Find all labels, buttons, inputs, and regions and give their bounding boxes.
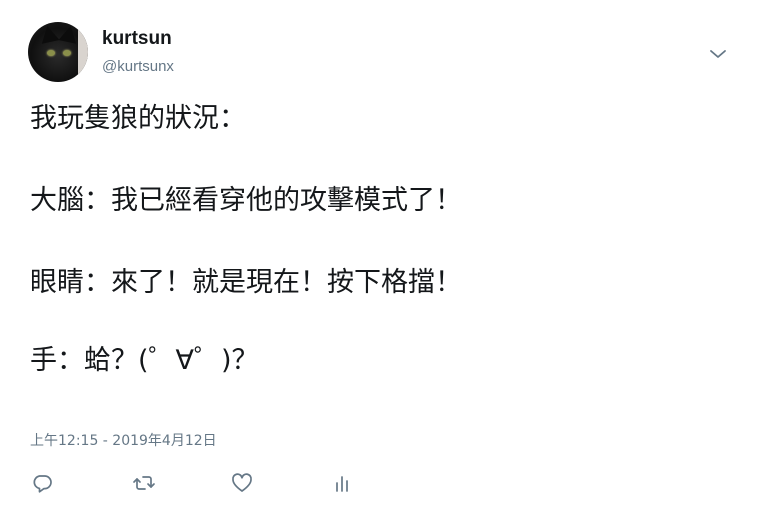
reply-icon[interactable] xyxy=(30,471,54,495)
avatar[interactable] xyxy=(28,22,88,82)
chevron-down-icon[interactable] xyxy=(708,44,728,64)
tweet-line: 手：蛤？(゜∀゜)？ xyxy=(30,345,259,376)
tweet-line: 我玩隻狼的狀況： xyxy=(30,103,246,134)
tweet-card: kurtsun @kurtsunx 我玩隻狼的狀況： 大腦：我已經看穿他的攻擊模… xyxy=(0,0,763,521)
user-handle[interactable]: @kurtsunx xyxy=(102,58,174,75)
heart-icon[interactable] xyxy=(230,471,254,495)
retweet-icon[interactable] xyxy=(132,471,156,495)
timestamp[interactable]: 上午12:15 - 2019年4月12日 xyxy=(30,430,217,450)
tweet-line: 眼睛：來了！就是現在！按下格擋！ xyxy=(30,267,462,298)
tweet-line: 大腦：我已經看穿他的攻擊模式了！ xyxy=(30,185,462,216)
analytics-icon[interactable] xyxy=(331,471,355,495)
display-name[interactable]: kurtsun xyxy=(102,28,172,50)
